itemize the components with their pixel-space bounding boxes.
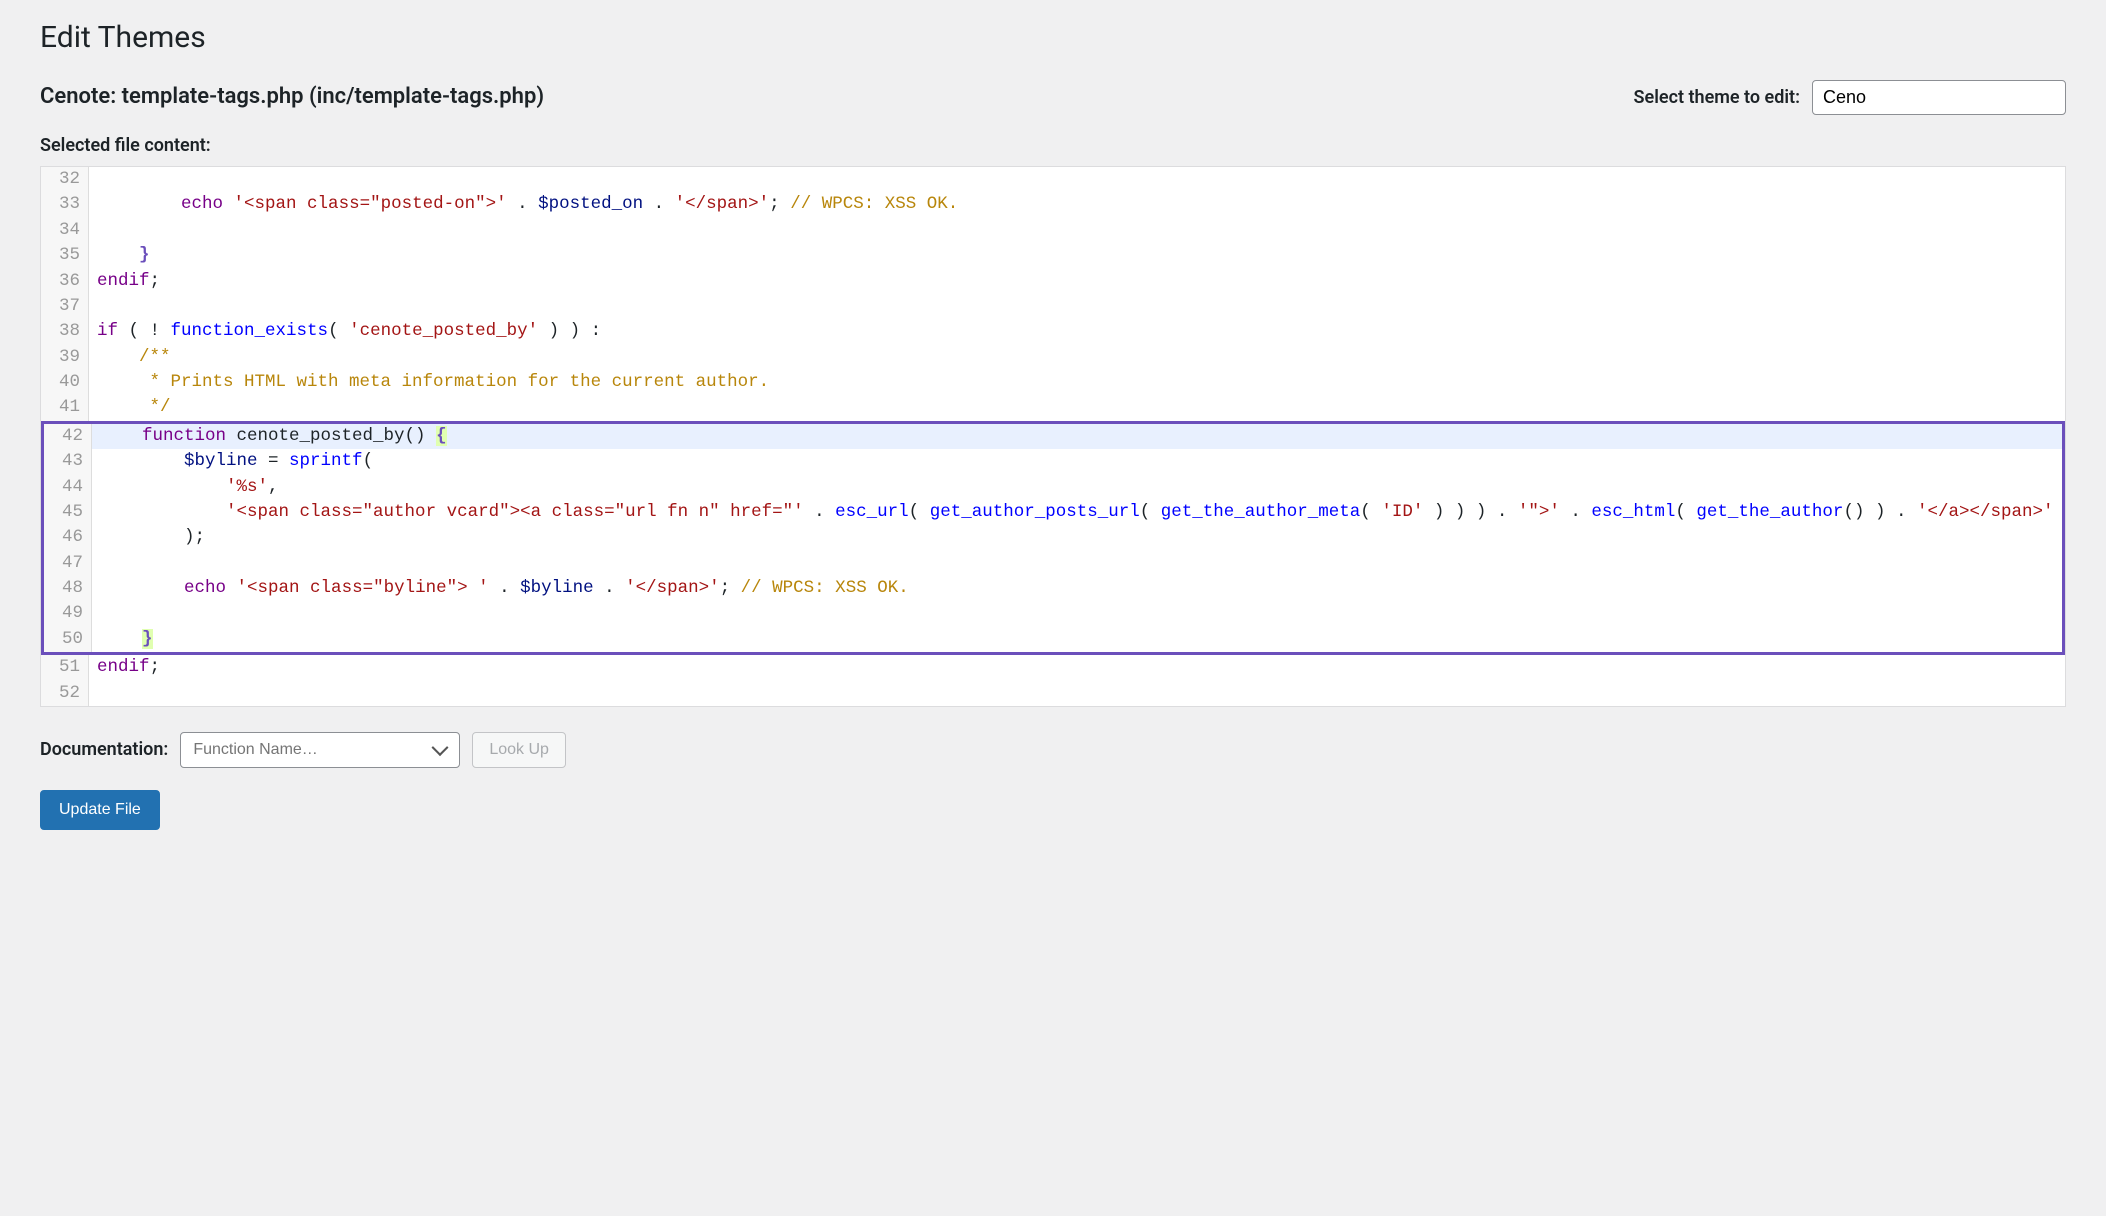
code-editor[interactable]: 3233 echo '<span class="posted-on">' . $…: [40, 166, 2066, 707]
documentation-label: Documentation:: [40, 739, 168, 760]
line-number: 42: [44, 424, 92, 449]
code-line[interactable]: 49: [44, 601, 2062, 626]
code-line[interactable]: 36endif;: [41, 269, 2065, 294]
selected-file-label: Selected file content:: [40, 135, 2066, 156]
code-line[interactable]: 48 echo '<span class="byline"> ' . $byli…: [44, 576, 2062, 601]
line-number: 50: [44, 627, 92, 652]
code-line[interactable]: 51endif;: [41, 655, 2065, 680]
function-name-select[interactable]: [180, 732, 460, 768]
line-number: 43: [44, 449, 92, 474]
line-number: 52: [41, 681, 89, 706]
line-number: 46: [44, 525, 92, 550]
code-line[interactable]: 33 echo '<span class="posted-on">' . $po…: [41, 192, 2065, 217]
code-line[interactable]: 39 /**: [41, 345, 2065, 370]
update-file-button[interactable]: Update File: [40, 790, 160, 830]
code-line[interactable]: 37: [41, 294, 2065, 319]
lookup-button[interactable]: Look Up: [472, 732, 566, 768]
code-line[interactable]: 40 * Prints HTML with meta information f…: [41, 370, 2065, 395]
code-line[interactable]: 41 */: [41, 395, 2065, 420]
file-heading: Cenote: template-tags.php (inc/template-…: [40, 84, 544, 109]
code-line[interactable]: 45 '<span class="author vcard"><a class=…: [44, 500, 2062, 525]
line-number: 49: [44, 601, 92, 626]
code-line[interactable]: 44 '%s',: [44, 475, 2062, 500]
line-number: 45: [44, 500, 92, 525]
code-line[interactable]: 52: [41, 681, 2065, 706]
code-line[interactable]: 35 }: [41, 243, 2065, 268]
select-theme-label: Select theme to edit:: [1634, 87, 1800, 108]
line-number: 44: [44, 475, 92, 500]
theme-select[interactable]: [1812, 80, 2066, 115]
code-line[interactable]: 47: [44, 551, 2062, 576]
line-number: 41: [41, 395, 89, 420]
code-line[interactable]: 34: [41, 218, 2065, 243]
code-line[interactable]: 32: [41, 167, 2065, 192]
line-number: 48: [44, 576, 92, 601]
line-number: 36: [41, 269, 89, 294]
line-number: 37: [41, 294, 89, 319]
line-number: 39: [41, 345, 89, 370]
line-number: 40: [41, 370, 89, 395]
line-number: 47: [44, 551, 92, 576]
code-line[interactable]: 38if ( ! function_exists( 'cenote_posted…: [41, 319, 2065, 344]
line-number: 33: [41, 192, 89, 217]
line-number: 34: [41, 218, 89, 243]
code-line[interactable]: 42 function cenote_posted_by() {: [44, 424, 2062, 449]
line-number: 51: [41, 655, 89, 680]
code-line[interactable]: 50 }: [44, 627, 2062, 652]
code-line[interactable]: 43 $byline = sprintf(: [44, 449, 2062, 474]
line-number: 35: [41, 243, 89, 268]
page-title: Edit Themes: [40, 20, 2066, 55]
line-number: 38: [41, 319, 89, 344]
code-line[interactable]: 46 );: [44, 525, 2062, 550]
line-number: 32: [41, 167, 89, 192]
